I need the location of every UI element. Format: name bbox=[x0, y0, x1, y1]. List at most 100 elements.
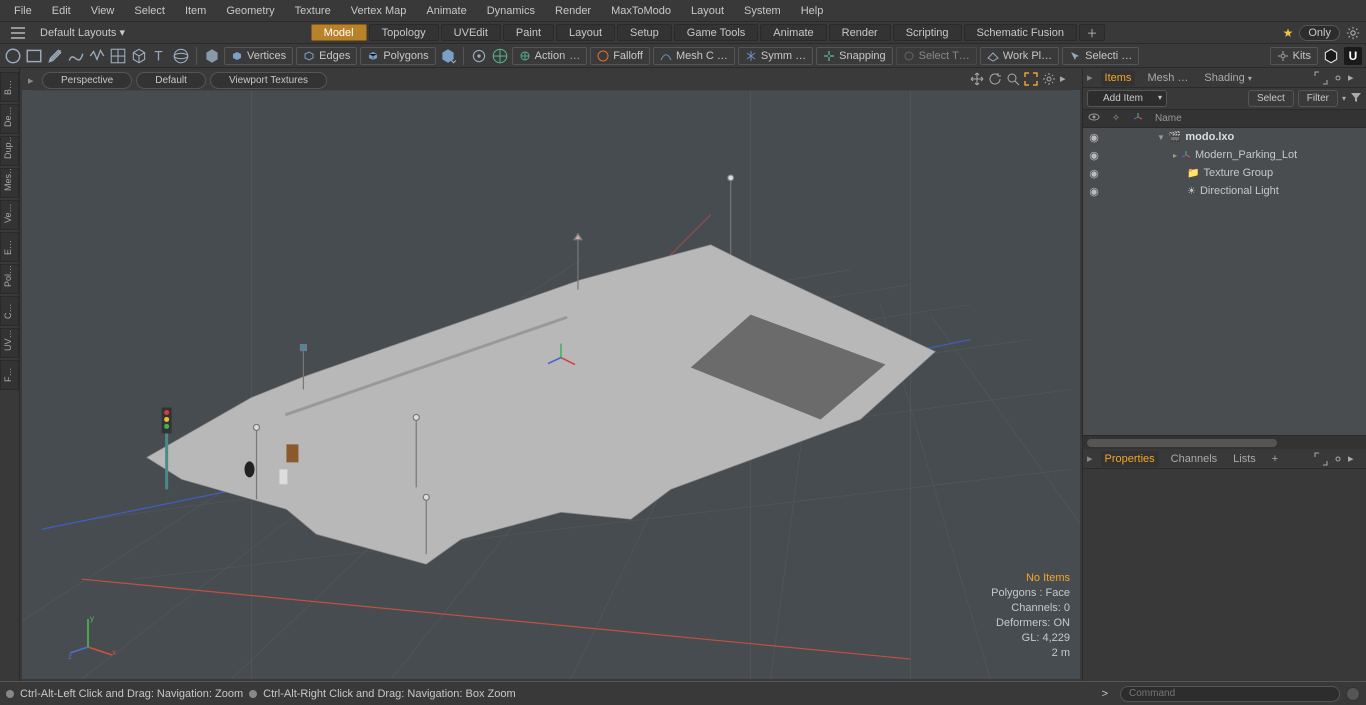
tree-row-texture-group[interactable]: ◉ 📁 Texture Group bbox=[1083, 164, 1366, 182]
expand-icon[interactable] bbox=[1024, 72, 1038, 86]
tab-items[interactable]: Items bbox=[1101, 70, 1136, 86]
default-layouts-dropdown[interactable]: Default Layouts ▾ bbox=[32, 24, 133, 41]
tab-mesh[interactable]: Mesh … bbox=[1143, 70, 1192, 86]
tab-topology[interactable]: Topology bbox=[369, 24, 439, 41]
rail-tab-8[interactable]: UV… bbox=[0, 328, 19, 358]
menu-maxtomodo[interactable]: MaxToModo bbox=[601, 2, 681, 20]
curve-prim-icon[interactable] bbox=[67, 47, 85, 65]
select-button[interactable]: Select bbox=[1248, 90, 1294, 107]
menu-dynamics[interactable]: Dynamics bbox=[477, 2, 545, 20]
vp-caret-icon[interactable]: ▸ bbox=[28, 74, 38, 87]
rail-tab-1[interactable]: De… bbox=[0, 104, 19, 134]
filter-caret-icon[interactable]: ▾ bbox=[1342, 94, 1346, 103]
selection-button[interactable]: Selecti … bbox=[1062, 47, 1139, 65]
cube-solid-icon[interactable] bbox=[203, 47, 221, 65]
tree-row-directional-light[interactable]: ◉ ☀ Directional Light bbox=[1083, 182, 1366, 200]
grid-prim-icon[interactable] bbox=[109, 47, 127, 65]
vertices-button[interactable]: Vertices bbox=[224, 47, 293, 65]
vp-menu-icon[interactable]: ▸ bbox=[1060, 72, 1074, 86]
eye-icon[interactable]: ◉ bbox=[1083, 185, 1105, 198]
rp-gear-icon[interactable] bbox=[1331, 71, 1345, 85]
rail-tab-7[interactable]: C… bbox=[0, 296, 19, 326]
menu-edit[interactable]: Edit bbox=[42, 2, 81, 20]
tab-schematicfusion[interactable]: Schematic Fusion bbox=[964, 24, 1077, 41]
col-visibility-icon[interactable] bbox=[1083, 111, 1105, 126]
col-add-icon[interactable]: ✧ bbox=[1105, 113, 1127, 124]
rail-tab-9[interactable]: F… bbox=[0, 360, 19, 390]
vp-gear-icon[interactable] bbox=[1042, 72, 1056, 86]
cube-prim-icon[interactable] bbox=[130, 47, 148, 65]
rail-tab-0[interactable]: B… bbox=[0, 72, 19, 102]
globe-icon[interactable] bbox=[491, 47, 509, 65]
hamburger-icon[interactable] bbox=[10, 26, 26, 40]
tab-lists[interactable]: Lists bbox=[1229, 451, 1260, 467]
props-gear-icon[interactable] bbox=[1331, 452, 1345, 466]
rect-prim-icon[interactable] bbox=[25, 47, 43, 65]
tab-uvedit[interactable]: UVEdit bbox=[441, 24, 501, 41]
tab-render[interactable]: Render bbox=[829, 24, 891, 41]
tab-model[interactable]: Model bbox=[311, 24, 367, 41]
add-item-dropdown[interactable]: Add Item ▾ bbox=[1087, 90, 1167, 107]
select-through-button[interactable]: Select T… bbox=[896, 47, 977, 65]
pen-prim-icon[interactable] bbox=[46, 47, 64, 65]
viewport-canvas[interactable]: No Items Polygons : Face Channels: 0 Def… bbox=[22, 90, 1080, 679]
menu-system[interactable]: System bbox=[734, 2, 791, 20]
props-caret-icon[interactable]: ▸ bbox=[1087, 452, 1093, 465]
menu-item[interactable]: Item bbox=[175, 2, 216, 20]
props-menu-icon[interactable]: ▸ bbox=[1348, 452, 1362, 466]
eye-icon[interactable]: ◉ bbox=[1083, 131, 1105, 144]
tab-properties[interactable]: Properties bbox=[1101, 451, 1159, 467]
mesh-constraint-button[interactable]: Mesh C … bbox=[653, 47, 735, 65]
rail-tab-5[interactable]: E… bbox=[0, 232, 19, 262]
eye-icon[interactable]: ◉ bbox=[1083, 167, 1105, 180]
snapping-button[interactable]: Snapping bbox=[816, 47, 893, 65]
rp-caret-icon[interactable]: ▸ bbox=[1087, 71, 1093, 84]
props-expand-icon[interactable] bbox=[1314, 452, 1328, 466]
menu-vertexmap[interactable]: Vertex Map bbox=[341, 2, 417, 20]
tab-layout[interactable]: Layout bbox=[556, 24, 615, 41]
eye-icon[interactable]: ◉ bbox=[1083, 149, 1105, 162]
tab-paint[interactable]: Paint bbox=[503, 24, 554, 41]
zoom-icon[interactable] bbox=[1006, 72, 1020, 86]
circle-prim-icon[interactable] bbox=[4, 47, 22, 65]
kits-button[interactable]: Kits bbox=[1270, 47, 1318, 65]
edges-button[interactable]: Edges bbox=[296, 47, 357, 65]
tab-props-add[interactable]: + bbox=[1268, 451, 1282, 467]
tab-animate[interactable]: Animate bbox=[760, 24, 826, 41]
axis-gizmo[interactable]: x y z bbox=[68, 611, 116, 659]
unreal-icon[interactable]: U bbox=[1344, 47, 1362, 65]
command-input[interactable] bbox=[1120, 686, 1340, 702]
sphere-prim-icon[interactable] bbox=[172, 47, 190, 65]
text-prim-icon[interactable]: T bbox=[151, 47, 169, 65]
col-name-header[interactable]: Name bbox=[1149, 113, 1366, 124]
menu-animate[interactable]: Animate bbox=[416, 2, 476, 20]
workplane-button[interactable]: Work Pl… bbox=[980, 47, 1059, 65]
falloff-button[interactable]: Falloff bbox=[590, 47, 650, 65]
rp-expand-icon[interactable] bbox=[1314, 71, 1328, 85]
polygons-button[interactable]: Polygons bbox=[360, 47, 435, 65]
tree-row-parking-lot[interactable]: ◉ ▸ Modern_Parking_Lot bbox=[1083, 146, 1366, 164]
rp-menu-icon[interactable]: ▸ bbox=[1348, 71, 1362, 85]
action-button[interactable]: Action… bbox=[512, 47, 588, 65]
vp-tab-default[interactable]: Default bbox=[136, 72, 206, 89]
menu-texture[interactable]: Texture bbox=[285, 2, 341, 20]
vp-tab-textures[interactable]: Viewport Textures bbox=[210, 72, 327, 89]
record-icon[interactable] bbox=[1346, 687, 1360, 701]
menu-file[interactable]: File bbox=[4, 2, 42, 20]
rail-tab-3[interactable]: Mes… bbox=[0, 168, 19, 198]
target-icon[interactable] bbox=[470, 47, 488, 65]
cube-dd-icon[interactable] bbox=[439, 47, 457, 65]
symmetry-button[interactable]: Symm … bbox=[738, 47, 813, 65]
menu-geometry[interactable]: Geometry bbox=[216, 2, 284, 20]
tab-shading[interactable]: Shading ▾ bbox=[1200, 70, 1255, 86]
menu-help[interactable]: Help bbox=[791, 2, 834, 20]
menu-render[interactable]: Render bbox=[545, 2, 601, 20]
tab-scripting[interactable]: Scripting bbox=[893, 24, 962, 41]
tab-setup[interactable]: Setup bbox=[617, 24, 672, 41]
rail-tab-6[interactable]: Pol… bbox=[0, 264, 19, 294]
star-icon[interactable]: ★ bbox=[1283, 26, 1294, 40]
tab-channels[interactable]: Channels bbox=[1167, 451, 1221, 467]
tree-hscrollbar[interactable] bbox=[1083, 435, 1366, 449]
rail-tab-4[interactable]: Ve… bbox=[0, 200, 19, 230]
funnel-icon[interactable] bbox=[1350, 91, 1362, 106]
